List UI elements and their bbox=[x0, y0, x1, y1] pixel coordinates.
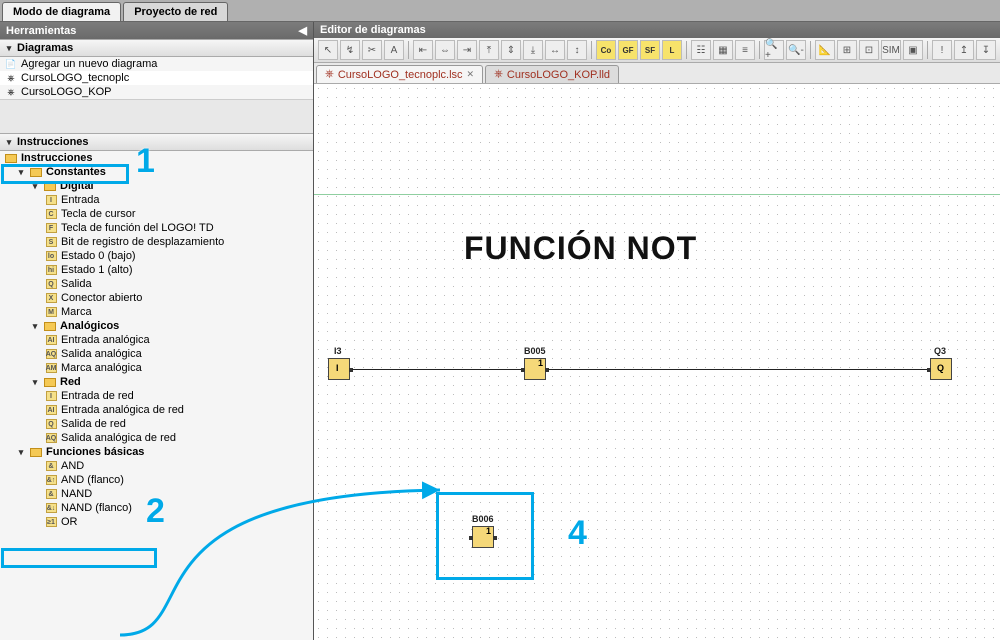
editor-toolbar: ↖ ↯ ✂ A ⇤ ⇔ ⇥ ⤒ ⇕ ⤓ ↔ ↕ Co GF SF L ☷ bbox=[314, 38, 1000, 63]
tree-item[interactable]: FTecla de función del LOGO! TD bbox=[0, 221, 313, 235]
tool-btn[interactable]: ⊞ bbox=[837, 40, 857, 60]
zoom-in[interactable]: 🔍+ bbox=[764, 40, 784, 60]
block-label-b006: B006 bbox=[472, 514, 494, 524]
tool-btn[interactable]: ▦ bbox=[713, 40, 733, 60]
block-b006[interactable]: 1 bbox=[472, 526, 494, 548]
diagrams-section-header[interactable]: ▾ Diagramas bbox=[0, 39, 313, 57]
mode-tabs: Modo de diagrama Proyecto de red bbox=[0, 0, 1000, 22]
tree-root-instrucciones[interactable]: Instrucciones bbox=[0, 151, 313, 165]
block-i3[interactable]: I bbox=[328, 358, 350, 380]
tree-item[interactable]: QSalida de red bbox=[0, 417, 313, 431]
diagram-icon: ⎈ bbox=[4, 72, 18, 84]
sf-button[interactable]: SF bbox=[640, 40, 660, 60]
diagram-icon: ⎈ bbox=[325, 68, 334, 81]
tool-btn[interactable]: ▣ bbox=[903, 40, 923, 60]
diagrams-label: Diagramas bbox=[17, 42, 73, 54]
diagram-item-kop[interactable]: ⎈ CursoLOGO_KOP bbox=[0, 85, 313, 99]
tree-funciones-basicas[interactable]: ▾Funciones básicas bbox=[0, 445, 313, 459]
tree-digital[interactable]: ▾Digital bbox=[0, 179, 313, 193]
block-label-i3: I3 bbox=[334, 346, 342, 356]
diagram-item-tecnoplc[interactable]: ⎈ CursoLOGO_tecnoplc bbox=[0, 71, 313, 85]
tool-btn[interactable]: ↧ bbox=[976, 40, 996, 60]
connect-tool[interactable]: ↯ bbox=[340, 40, 360, 60]
distribute-h[interactable]: ↔ bbox=[545, 40, 565, 60]
tool-btn[interactable]: ↥ bbox=[954, 40, 974, 60]
co-button[interactable]: Co bbox=[596, 40, 616, 60]
chevron-down-icon: ▾ bbox=[4, 43, 14, 54]
instructions-label: Instrucciones bbox=[17, 136, 89, 148]
tools-header: Herramientas ◀ bbox=[0, 22, 313, 39]
diagram-canvas[interactable]: FUNCIÓN NOT I3 I B005 1 Q3 bbox=[314, 84, 1000, 640]
align-center-h[interactable]: ⇔ bbox=[435, 40, 455, 60]
align-top[interactable]: ⤒ bbox=[479, 40, 499, 60]
diagram-icon: ⎈ bbox=[4, 86, 18, 98]
tools-title: Herramientas bbox=[6, 25, 76, 37]
gf-button[interactable]: GF bbox=[618, 40, 638, 60]
doc-tab-kop[interactable]: ⎈ CursoLOGO_KOP.lld bbox=[485, 65, 619, 83]
tree-item[interactable]: &↑AND (flanco) bbox=[0, 473, 313, 487]
tree-item[interactable]: AIEntrada analógica de red bbox=[0, 403, 313, 417]
tool-btn[interactable]: ! bbox=[932, 40, 952, 60]
tree-item[interactable]: CTecla de cursor bbox=[0, 207, 313, 221]
tool-btn[interactable]: ⊡ bbox=[859, 40, 879, 60]
collapse-icon[interactable]: ◀ bbox=[299, 24, 307, 37]
block-label-b005: B005 bbox=[524, 346, 546, 356]
tool-btn[interactable]: 📐 bbox=[815, 40, 835, 60]
wire bbox=[352, 369, 524, 370]
block-label-q3: Q3 bbox=[934, 346, 946, 356]
tree-red[interactable]: ▾Red bbox=[0, 375, 313, 389]
tree-constantes[interactable]: ▾Constantes bbox=[0, 165, 313, 179]
tool-btn[interactable]: ☷ bbox=[691, 40, 711, 60]
tree-item[interactable]: &NAND bbox=[0, 487, 313, 501]
instructions-section-header[interactable]: ▾ Instrucciones bbox=[0, 133, 313, 151]
tree-item[interactable]: hiEstado 1 (alto) bbox=[0, 263, 313, 277]
tree-item[interactable]: AIEntrada analógica bbox=[0, 333, 313, 347]
tree-item[interactable]: QSalida bbox=[0, 277, 313, 291]
tree-item[interactable]: loEstado 0 (bajo) bbox=[0, 249, 313, 263]
tab-diagram-mode[interactable]: Modo de diagrama bbox=[2, 2, 121, 21]
wire bbox=[548, 369, 930, 370]
chevron-down-icon: ▾ bbox=[4, 137, 14, 148]
sim-button[interactable]: SIM bbox=[881, 40, 901, 60]
tree-item[interactable]: AQSalida analógica de red bbox=[0, 431, 313, 445]
document-tabs: ⎈ CursoLOGO_tecnoplc.lsc ✕ ⎈ CursoLOGO_K… bbox=[314, 63, 1000, 84]
distribute-v[interactable]: ↕ bbox=[567, 40, 587, 60]
align-middle[interactable]: ⇕ bbox=[501, 40, 521, 60]
editor-header: Editor de diagramas bbox=[314, 22, 1000, 38]
tree-item[interactable]: AMMarca analógica bbox=[0, 361, 313, 375]
scissors-tool[interactable]: ✂ bbox=[362, 40, 382, 60]
align-left[interactable]: ⇤ bbox=[413, 40, 433, 60]
zoom-out[interactable]: 🔍- bbox=[786, 40, 806, 60]
text-tool[interactable]: A bbox=[384, 40, 404, 60]
block-b005[interactable]: 1 bbox=[524, 358, 546, 380]
align-bottom[interactable]: ⤓ bbox=[523, 40, 543, 60]
doc-tab-tecnoplc[interactable]: ⎈ CursoLOGO_tecnoplc.lsc ✕ bbox=[316, 65, 483, 83]
block-q3[interactable]: Q bbox=[930, 358, 952, 380]
left-panel: Herramientas ◀ ▾ Diagramas 📄 Agregar un … bbox=[0, 22, 314, 640]
tree-item[interactable]: SBit de registro de desplazamiento bbox=[0, 235, 313, 249]
tab-net-project[interactable]: Proyecto de red bbox=[123, 2, 228, 21]
tree-item[interactable]: IEntrada de red bbox=[0, 389, 313, 403]
tree-item[interactable]: MMarca bbox=[0, 305, 313, 319]
pointer-tool[interactable]: ↖ bbox=[318, 40, 338, 60]
add-new-diagram[interactable]: 📄 Agregar un nuevo diagrama bbox=[0, 57, 313, 71]
tree-item[interactable]: XConector abierto bbox=[0, 291, 313, 305]
tree-item[interactable]: &AND bbox=[0, 459, 313, 473]
diagram-icon: ⎈ bbox=[494, 68, 503, 81]
l-button[interactable]: L bbox=[662, 40, 682, 60]
tree-item[interactable]: &↓NAND (flanco) bbox=[0, 501, 313, 515]
add-icon: 📄 bbox=[4, 58, 18, 70]
tool-btn[interactable]: ≡ bbox=[735, 40, 755, 60]
tree-item[interactable]: IEntrada bbox=[0, 193, 313, 207]
close-icon[interactable]: ✕ bbox=[467, 69, 475, 80]
tree-item[interactable]: AQSalida analógica bbox=[0, 347, 313, 361]
canvas-title: FUNCIÓN NOT bbox=[464, 230, 697, 267]
tree-item[interactable]: ≥1OR bbox=[0, 515, 313, 529]
tree-analogicos[interactable]: ▾Analógicos bbox=[0, 319, 313, 333]
right-panel: Editor de diagramas ↖ ↯ ✂ A ⇤ ⇔ ⇥ ⤒ ⇕ ⤓ … bbox=[314, 22, 1000, 640]
align-right[interactable]: ⇥ bbox=[457, 40, 477, 60]
